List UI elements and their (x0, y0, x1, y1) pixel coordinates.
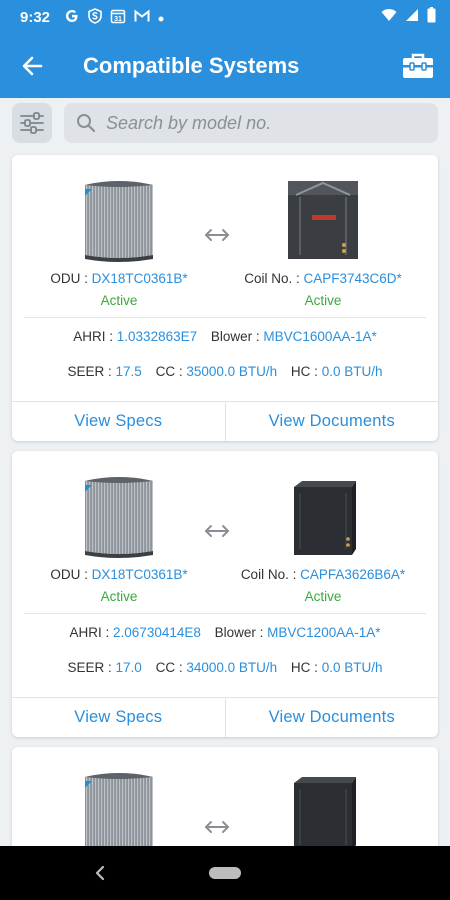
status-time: 9:32 (20, 8, 51, 26)
seer-label: SEER : (67, 364, 116, 379)
coil-model: CAPF3743C6D* (303, 271, 402, 286)
notification-icons: 31 (64, 7, 164, 27)
card-divider (24, 317, 426, 318)
hc-value: 0.0 BTU/h (321, 660, 383, 675)
coil-unit: Coil No. : CAPFA3626B6A* Active (228, 461, 418, 604)
calendar-31-icon: 31 (110, 8, 126, 27)
shield-s-icon (88, 7, 102, 27)
odu-unit: ODU : DX18TC0361B* Active (24, 165, 214, 308)
gmail-icon (134, 8, 150, 26)
coil-status: Active (304, 293, 342, 308)
calendar-day: 31 (114, 16, 122, 23)
hc-value: 0.0 BTU/h (321, 364, 383, 379)
hc-label: HC : (290, 660, 322, 675)
system-icons (381, 7, 436, 27)
swap-arrows-icon (205, 229, 229, 241)
search-box[interactable] (64, 103, 438, 143)
blower-label: Blower : (214, 625, 268, 640)
nav-home-pill[interactable] (209, 867, 241, 879)
seer-value: 17.0 (115, 660, 142, 675)
ahri-value: 2.06730414E8 (113, 625, 201, 640)
cc-label: CC : (155, 660, 187, 675)
coil-label: Coil No. : (244, 271, 304, 286)
coil-unit: Coil No. : CAPF3743C6D* Active (228, 165, 418, 308)
blower-value: MBVC1600AA-1A* (263, 329, 377, 344)
performance-row: SEER : 17.5 CC : 35000.0 BTU/h HC : 0.0 … (12, 364, 438, 379)
system-card (12, 747, 438, 846)
odu-model: DX18TC0361B* (91, 271, 188, 286)
seer-value: 17.5 (115, 364, 142, 379)
odu-image (24, 165, 214, 263)
page-title: Compatible Systems (83, 53, 300, 78)
search-icon (77, 114, 96, 133)
view-documents-button[interactable]: View Documents (224, 402, 439, 441)
coil-model: CAPFA3626B6A* (300, 567, 406, 582)
system-card: ODU : DX18TC0361B* Active Coil No. : CAP… (12, 451, 438, 737)
view-specs-button[interactable]: View Specs (12, 698, 225, 737)
swap-arrows-icon (205, 525, 229, 537)
filter-button[interactable] (12, 103, 52, 143)
search-input[interactable] (106, 112, 406, 134)
toolbox-button[interactable] (386, 34, 450, 98)
cc-value: 34000.0 BTU/h (186, 660, 278, 675)
swap-arrows-icon (205, 821, 229, 833)
dot-icon (158, 10, 164, 25)
card-actions: View Specs View Documents (12, 697, 438, 737)
odu-image (24, 757, 214, 846)
blower-label: Blower : (210, 329, 264, 344)
card-actions: View Specs View Documents (12, 401, 438, 441)
battery-icon (427, 7, 436, 27)
card-divider (24, 613, 426, 614)
status-bar: 9:32 31 (0, 0, 450, 34)
coil-unit (228, 757, 418, 846)
odu-status: Active (100, 589, 138, 604)
system-card: ODU : DX18TC0361B* Active Coil No. : CAP… (12, 155, 438, 441)
coil-image (228, 165, 418, 263)
coil-status: Active (304, 589, 342, 604)
arrow-left-icon (22, 56, 43, 76)
system-nav-bar (0, 846, 450, 900)
odu-label: ODU : (50, 567, 92, 582)
seer-label: SEER : (67, 660, 116, 675)
coil-image (228, 757, 418, 846)
back-button[interactable] (0, 34, 64, 98)
performance-row: SEER : 17.0 CC : 34000.0 BTU/h HC : 0.0 … (12, 660, 438, 675)
app-bar: Compatible Systems (0, 34, 450, 98)
hc-label: HC : (290, 364, 322, 379)
wifi-icon (381, 8, 397, 26)
coil-image (228, 461, 418, 559)
odu-image (24, 461, 214, 559)
odu-unit (24, 757, 214, 846)
view-specs-button[interactable]: View Specs (12, 402, 225, 441)
cc-label: CC : (155, 364, 187, 379)
blower-value: MBVC1200AA-1A* (267, 625, 381, 640)
odu-label: ODU : (50, 271, 92, 286)
signal-icon (405, 8, 419, 26)
systems-list: ODU : DX18TC0361B* Active Coil No. : CAP… (0, 150, 450, 846)
odu-unit: ODU : DX18TC0361B* Active (24, 461, 214, 604)
view-documents-button[interactable]: View Documents (224, 698, 439, 737)
odu-model: DX18TC0361B* (91, 567, 188, 582)
ahri-value: 1.0332863E7 (116, 329, 198, 344)
google-icon (64, 8, 80, 27)
ahri-label: AHRI : (69, 625, 114, 640)
odu-status: Active (100, 293, 138, 308)
sliders-icon (20, 112, 44, 134)
ahri-label: AHRI : (73, 329, 117, 344)
ahri-row: AHRI : 2.06730414E8 Blower : MBVC1200AA-… (12, 625, 438, 640)
ahri-row: AHRI : 1.0332863E7 Blower : MBVC1600AA-1… (12, 329, 438, 344)
toolbox-icon (403, 53, 433, 78)
search-row (0, 98, 450, 150)
cc-value: 35000.0 BTU/h (186, 364, 278, 379)
coil-label: Coil No. : (240, 567, 301, 582)
nav-back-icon[interactable] (92, 864, 108, 882)
